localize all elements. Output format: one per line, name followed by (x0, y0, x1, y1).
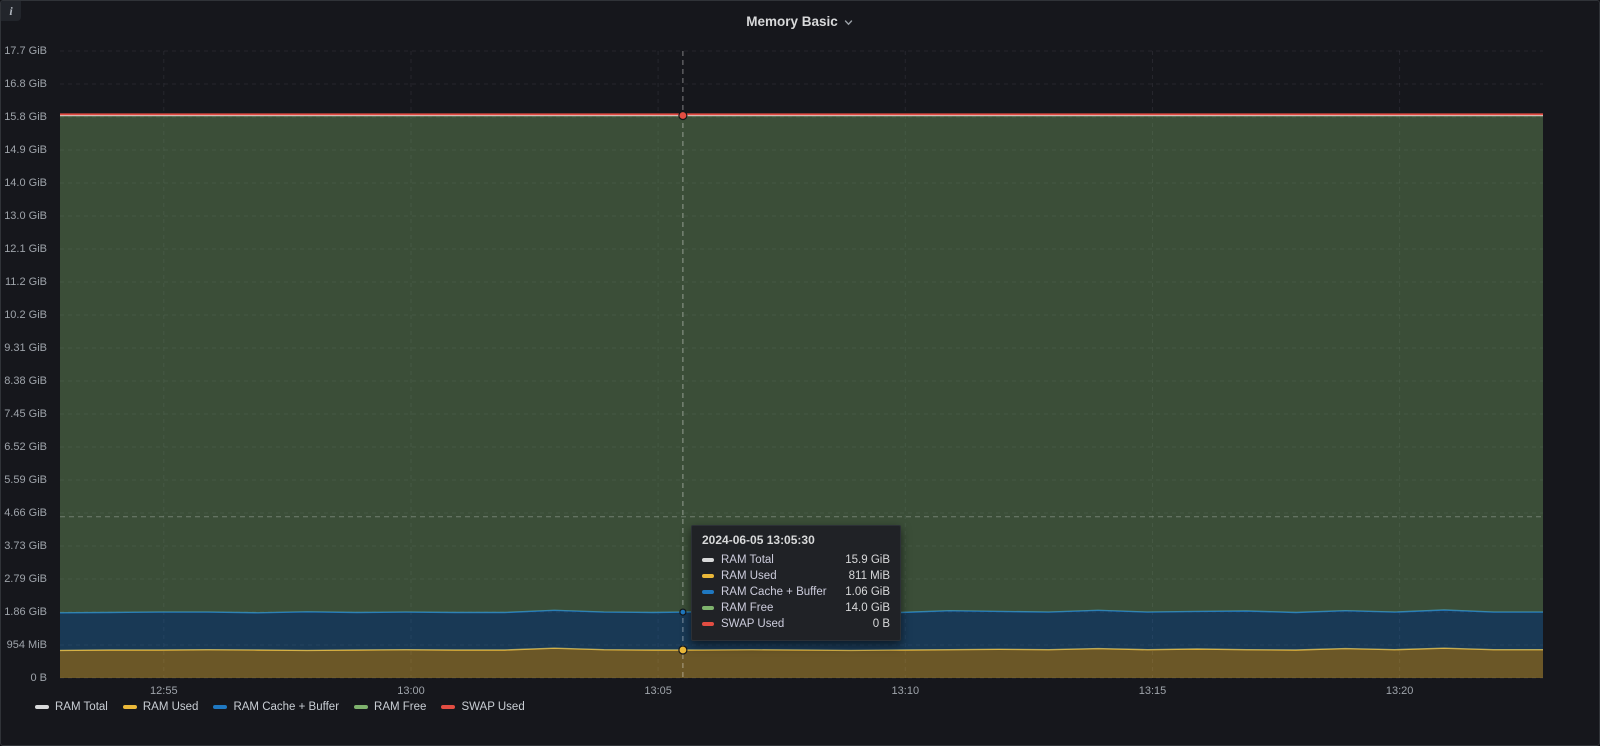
hover-point-swap-used (679, 112, 687, 120)
y-axis-tick-label: 10.2 GiB (4, 309, 47, 321)
tooltip-series-swatch (702, 590, 714, 594)
y-axis: 17.7 GiB 16.8 GiB 15.8 GiB 14.9 GiB 14.0 GiB… (1, 1, 53, 701)
tooltip-series-label: RAM Total (721, 554, 838, 566)
tooltip-series-label: SWAP Used (721, 618, 866, 630)
y-axis-tick-label: 2.79 GiB (4, 573, 47, 585)
tooltip-series-label: RAM Used (721, 570, 842, 582)
y-axis-tick-label: 13.0 GiB (4, 210, 47, 222)
y-axis-tick-label: 6.52 GiB (4, 441, 47, 453)
x-axis-tick-label: 13:05 (644, 685, 672, 697)
y-axis-tick-label: 0 B (30, 672, 47, 684)
tooltip-row-swap-used: SWAP Used 0 B (702, 616, 890, 632)
y-axis-tick-label: 3.73 GiB (4, 540, 47, 552)
legend-item-ram-total[interactable]: RAM Total (35, 701, 108, 713)
x-axis-tick-label: 12:55 (150, 685, 178, 697)
y-axis-tick-label: 15.8 GiB (4, 111, 47, 123)
x-axis-tick-label: 13:10 (892, 685, 920, 697)
legend-item-ram-used[interactable]: RAM Used (123, 701, 199, 713)
y-axis-tick-label: 11.2 GiB (5, 276, 47, 288)
area-ram-used (60, 648, 1543, 678)
legend-label: RAM Cache + Buffer (233, 701, 339, 713)
tooltip-series-label: RAM Cache + Buffer (721, 586, 838, 598)
tooltip-row-ram-total: RAM Total 15.9 GiB (702, 552, 890, 568)
x-axis-tick-label: 13:15 (1139, 685, 1167, 697)
tooltip-timestamp: 2024-06-05 13:05:30 (702, 533, 890, 547)
y-axis-tick-label: 8.38 GiB (4, 375, 47, 387)
legend-swatch (35, 705, 49, 709)
legend-swatch (354, 705, 368, 709)
tooltip-series-value: 0 B (873, 618, 890, 630)
y-axis-tick-label: 4.66 GiB (4, 507, 47, 519)
tooltip-series-value: 811 MiB (849, 570, 890, 582)
legend-swatch (123, 705, 137, 709)
grafana-panel-memory-basic: i Memory Basic 17.7 GiB16.8 GiB15.8 GiB1… (0, 0, 1600, 746)
y-axis-tick-label: 7.45 GiB (4, 408, 47, 420)
legend-label: RAM Free (374, 701, 426, 713)
tooltip-series-swatch (702, 622, 714, 626)
legend-swatch (213, 705, 227, 709)
x-axis-tick-label: 13:20 (1386, 685, 1414, 697)
legend-label: RAM Total (55, 701, 108, 713)
y-axis-tick-label: 954 MiB (7, 639, 47, 651)
y-axis-tick-label: 17.7 GiB (4, 45, 47, 57)
legend-item-ram-cache-buffer[interactable]: RAM Cache + Buffer (213, 701, 339, 713)
legend-item-swap-used[interactable]: SWAP Used (441, 701, 524, 713)
y-axis-tick-label: 16.8 GiB (4, 78, 47, 90)
legend-item-ram-free[interactable]: RAM Free (354, 701, 426, 713)
tooltip-row-ram-cache-buffer: RAM Cache + Buffer 1.06 GiB (702, 584, 890, 600)
tooltip-series-value: 15.9 GiB (845, 554, 890, 566)
tooltip-series-value: 1.06 GiB (845, 586, 890, 598)
hover-point-ram-cache-buffer (680, 609, 686, 615)
legend-swatch (441, 705, 455, 709)
panel-info-icon[interactable]: i (1, 1, 21, 21)
y-axis-tick-label: 5.59 GiB (4, 474, 47, 486)
legend-label: RAM Used (143, 701, 199, 713)
y-axis-tick-label: 9.31 GiB (4, 342, 47, 354)
tooltip-series-swatch (702, 574, 714, 578)
hover-point-ram-used (679, 646, 687, 654)
tooltip-series-swatch (702, 558, 714, 562)
y-axis-tick-label: 1.86 GiB (4, 606, 47, 618)
y-axis-tick-label: 12.1 GiB (4, 243, 47, 255)
y-axis-tick-label: 14.0 GiB (4, 177, 47, 189)
tooltip-series-label: RAM Free (721, 602, 838, 614)
chart-legend: RAM Total RAM Used RAM Cache + Buffer RAM F… (35, 701, 525, 713)
tooltip-series-swatch (702, 606, 714, 610)
tooltip-row-ram-used: RAM Used 811 MiB (702, 568, 890, 584)
y-axis-tick-label: 14.9 GiB (4, 144, 47, 156)
tooltip-row-ram-free: RAM Free 14.0 GiB (702, 600, 890, 616)
x-axis-tick-label: 13:00 (397, 685, 425, 697)
legend-label: SWAP Used (461, 701, 524, 713)
tooltip-series-value: 14.0 GiB (845, 602, 890, 614)
hover-tooltip: 2024-06-05 13:05:30 RAM Total15.9 GiBRAM… (691, 525, 901, 641)
